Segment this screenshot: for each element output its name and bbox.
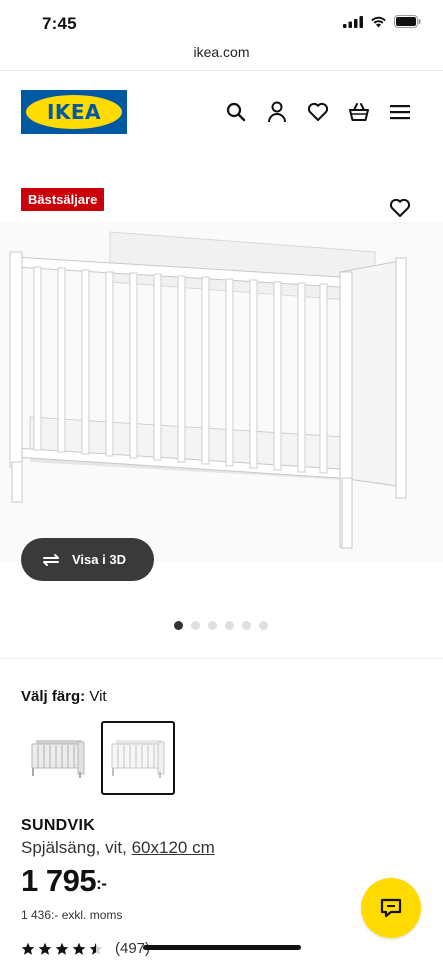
rotate-3d-icon	[43, 553, 59, 566]
price-suffix: :-	[96, 874, 107, 893]
signal-icon	[343, 15, 363, 28]
color-swatch-white[interactable]	[101, 721, 175, 795]
url-bar[interactable]: ikea.com	[0, 44, 443, 60]
carousel-dot-4[interactable]	[225, 621, 234, 630]
menu-icon[interactable]	[388, 100, 412, 124]
price-value: 1 795	[21, 863, 97, 898]
bestseller-badge: Bästsäljare	[21, 188, 105, 211]
color-value: Vit	[89, 688, 107, 705]
status-icons	[343, 15, 421, 28]
heart-icon[interactable]	[306, 100, 330, 124]
site-header: IKEA	[0, 70, 443, 152]
product-price: 1 795:-	[21, 863, 107, 899]
product-size-link[interactable]: 60x120 cm	[132, 838, 215, 857]
view-3d-button[interactable]: Visa i 3D	[21, 538, 154, 581]
star-icon	[21, 942, 35, 955]
user-icon[interactable]	[265, 100, 289, 124]
carousel-dot-1[interactable]	[174, 621, 183, 630]
star-icon	[72, 942, 86, 955]
battery-icon	[394, 15, 421, 28]
chat-icon	[380, 898, 402, 918]
search-icon[interactable]	[224, 100, 248, 124]
rating-row[interactable]: (497)	[21, 940, 150, 957]
chat-button[interactable]	[361, 878, 421, 938]
home-indicator	[143, 945, 301, 950]
price-excl-vat: 1 436:- exkl. moms	[21, 908, 123, 922]
view-3d-label: Visa i 3D	[72, 552, 126, 567]
carousel-dot-3[interactable]	[208, 621, 217, 630]
product-type: Spjälsäng, vit,	[21, 838, 127, 857]
color-swatch-grey[interactable]	[21, 721, 95, 795]
favourite-heart-icon[interactable]	[389, 198, 411, 220]
star-icon	[89, 942, 103, 955]
crib-image	[0, 222, 443, 562]
section-divider	[0, 658, 443, 659]
star-icon	[38, 942, 52, 955]
product-image[interactable]	[0, 222, 443, 562]
basket-icon[interactable]	[347, 100, 371, 124]
color-label: Välj färg:	[21, 688, 86, 705]
ikea-logo[interactable]: IKEA	[21, 90, 127, 134]
product-description: Spjälsäng, vit, 60x120 cm	[21, 838, 215, 858]
image-carousel-dots	[174, 621, 268, 630]
star-icon	[55, 942, 69, 955]
product-name: SUNDVIK	[21, 817, 96, 834]
rating-stars	[21, 942, 103, 956]
logo-oval: IKEA	[26, 95, 122, 129]
color-picker-label: Välj färg: Vit	[21, 688, 107, 705]
carousel-dot-2[interactable]	[191, 621, 200, 630]
carousel-dot-6[interactable]	[259, 621, 268, 630]
status-time: 7:45	[42, 14, 77, 33]
carousel-dot-5[interactable]	[242, 621, 251, 630]
wifi-icon	[371, 16, 386, 27]
header-icons	[224, 100, 412, 124]
status-bar: 7:45	[0, 0, 443, 44]
logo-text: IKEA	[46, 100, 102, 124]
